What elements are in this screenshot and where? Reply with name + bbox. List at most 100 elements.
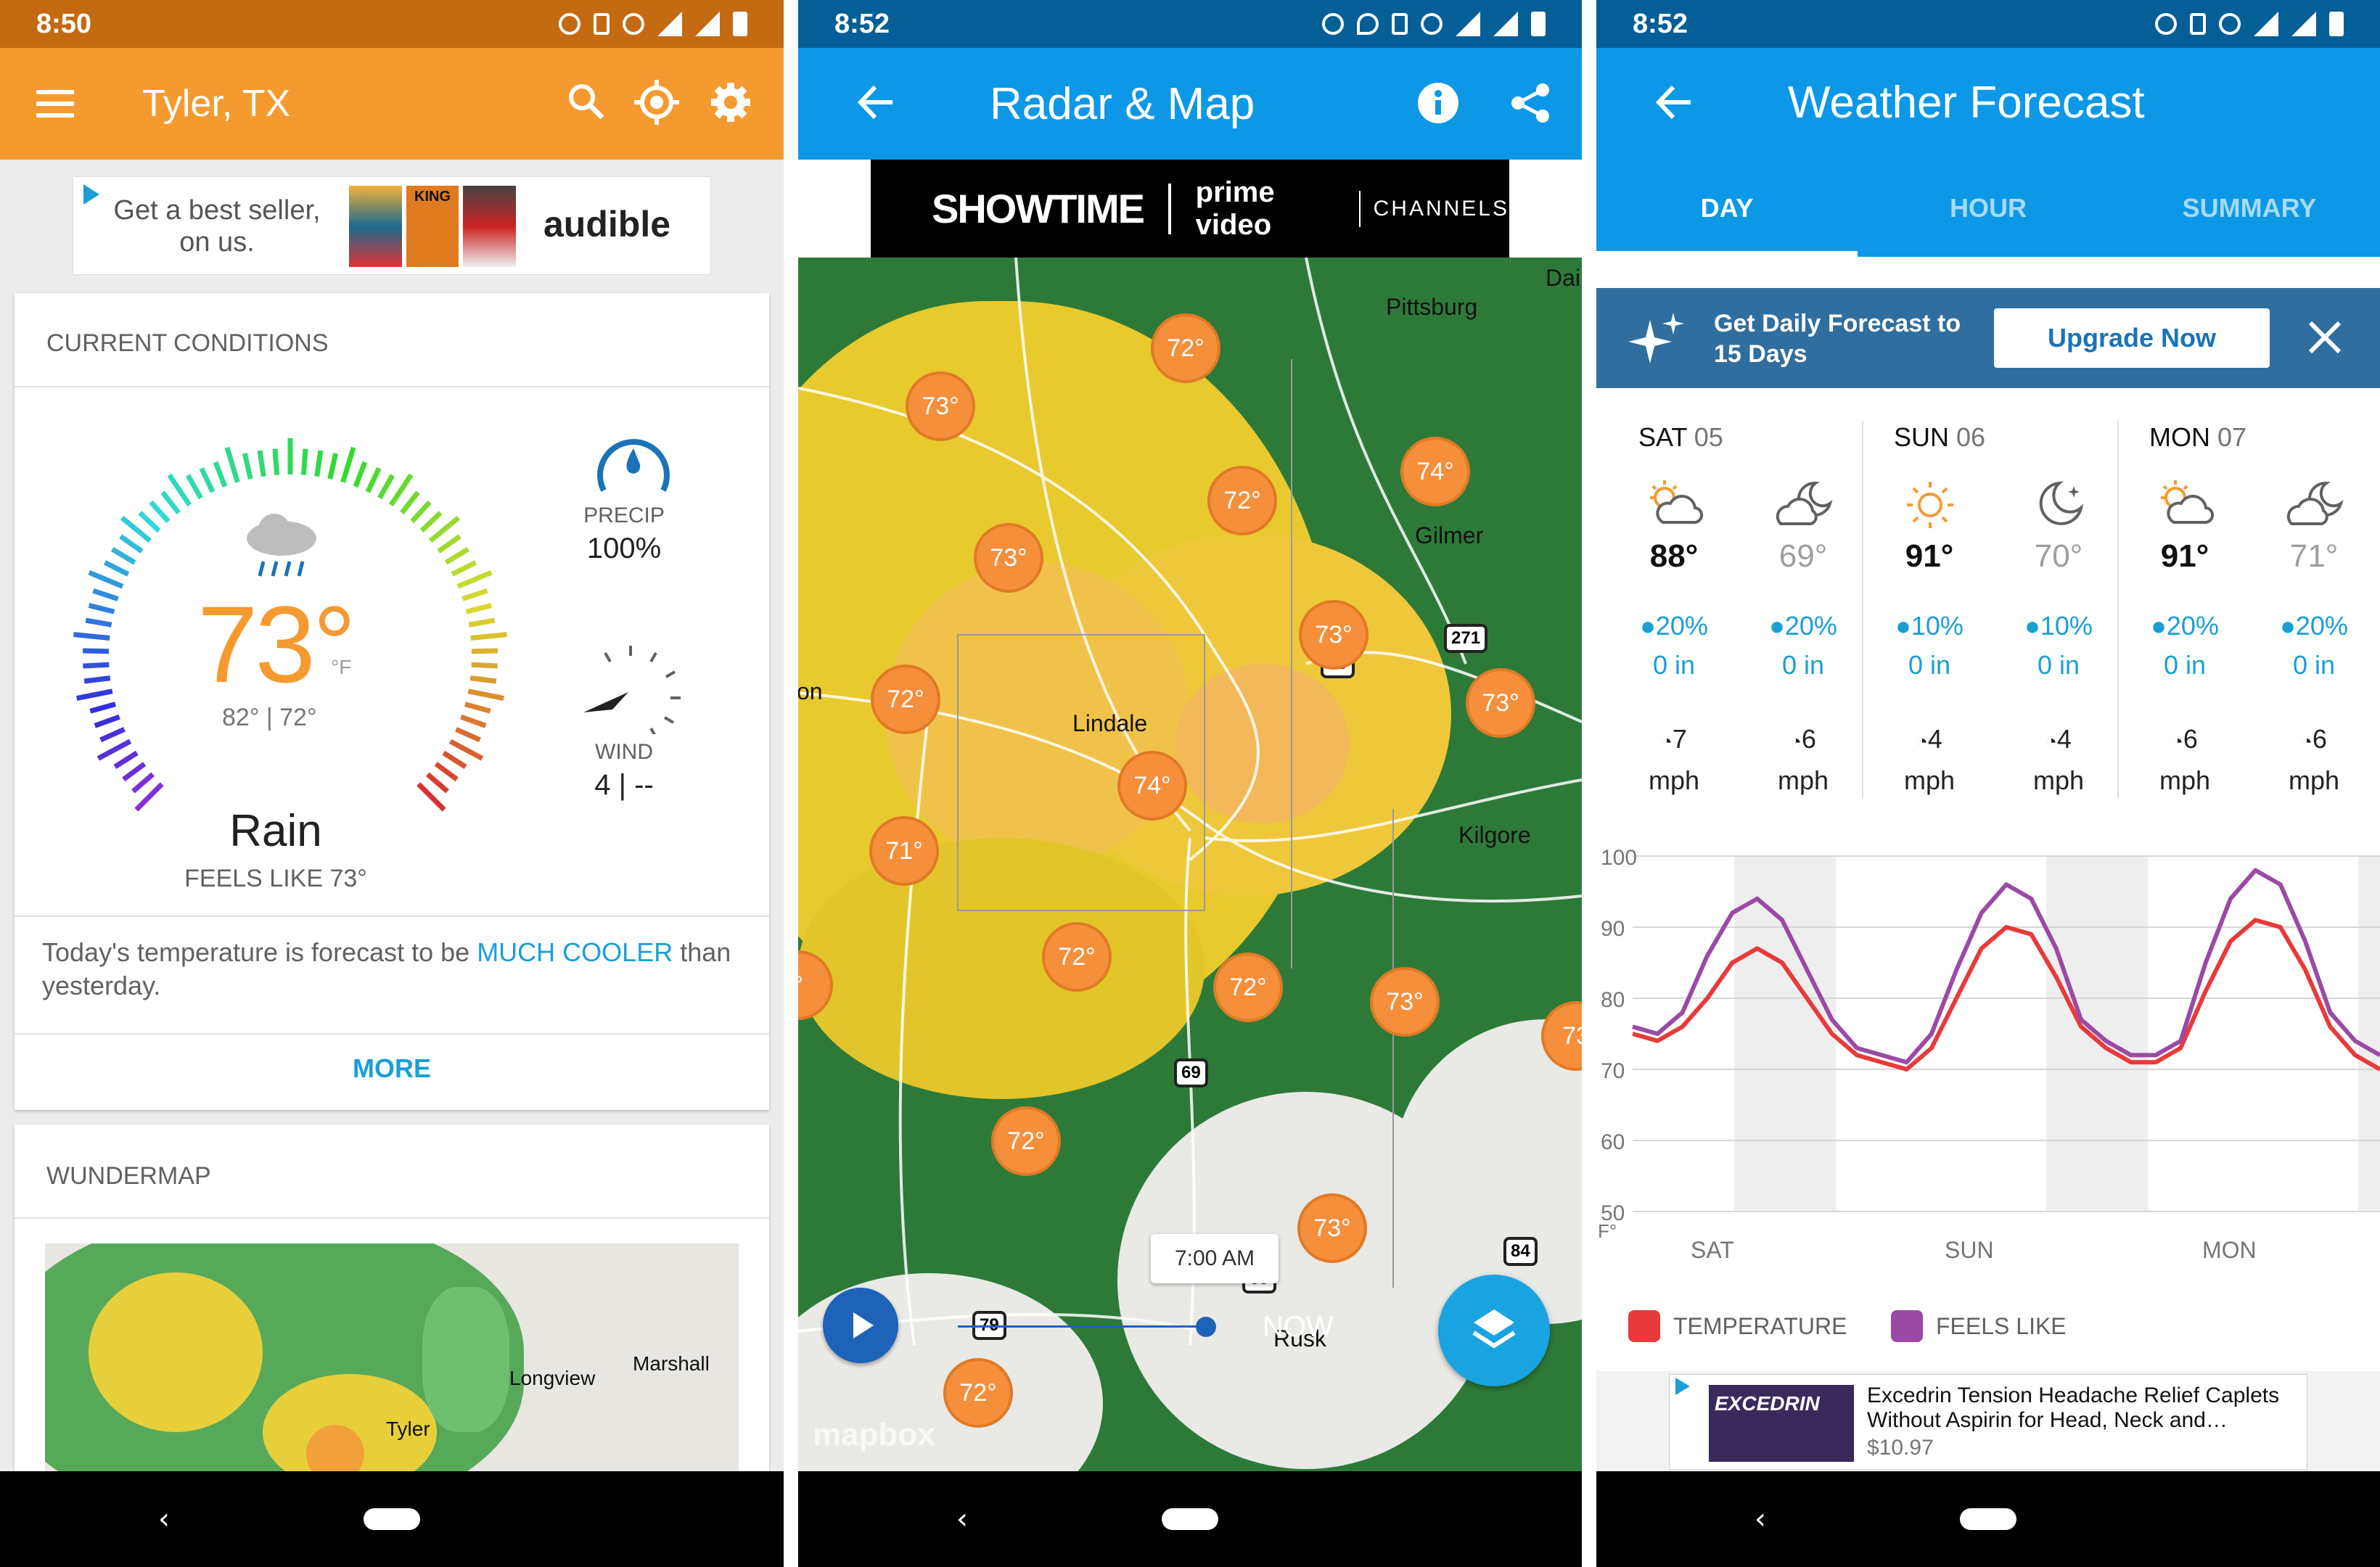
clear-night-icon <box>2039 481 2084 525</box>
hi-lo-temperature: 82° | 72° <box>222 704 317 731</box>
divider <box>15 1033 769 1035</box>
day-column-mon[interactable]: MON 07 91° ●20% 0 in ◔6 mph 71° ●20% 0 in ◔6 mph <box>2120 406 2379 805</box>
day-column-sat[interactable]: SAT 05 88° ●20% 0 in ◔7 mph 69° ●20% 0 in ◔6 mph <box>1609 406 1868 805</box>
ad-product-image: EXCEDRIN <box>1709 1385 1854 1462</box>
tab-day[interactable]: DAY <box>1596 193 1858 223</box>
alarm-icon <box>2155 13 2177 35</box>
ad-choices-icon[interactable] <box>83 184 99 205</box>
gauge-tick <box>419 511 443 533</box>
tab-summary[interactable]: SUMMARY <box>2119 193 2380 223</box>
temperature-pin[interactable]: 72° <box>1207 466 1277 535</box>
gauge-tick <box>185 474 203 500</box>
timeline-track[interactable] <box>958 1325 1205 1328</box>
temperature-pin[interactable]: 73° <box>1370 967 1440 1037</box>
nav-back-icon[interactable]: ‹ <box>158 1502 170 1536</box>
temperature-pin[interactable]: 72° <box>871 665 940 734</box>
x-tick-label: SUN <box>1945 1237 1994 1263</box>
day-column-sun[interactable]: SUN 06 91° ●10% 0 in ◔4 mph 70° ●10% 0 in ◔4 mph <box>1865 406 2123 805</box>
play-button[interactable] <box>823 1288 898 1363</box>
temperature-pin[interactable]: 72° <box>1042 922 1112 992</box>
night-precip-amount: 0 in <box>2292 650 2336 680</box>
gauge-tick <box>442 750 467 769</box>
banner-ad[interactable]: SHOWTIME prime video CHANNELS <box>871 160 1509 258</box>
y-unit-label: F° <box>1598 1220 1617 1242</box>
precip-value: 20% <box>2295 611 2348 641</box>
day-name: SAT <box>1638 422 1687 452</box>
gauge-tick <box>199 466 216 493</box>
radar-map[interactable]: Pittsburg Gilmer Lindale Kilgore Rusk Da… <box>798 258 1582 1471</box>
divider <box>15 1217 769 1219</box>
more-button[interactable]: MORE <box>15 1053 769 1084</box>
card-header: WUNDERMAP <box>46 1162 211 1190</box>
current-conditions-card: CURRENT CONDITIONS 73° °F 82° | 72° Rain… <box>15 293 769 1110</box>
upgrade-now-button[interactable]: Upgrade Now <box>1994 308 2270 368</box>
x-tick-label: MON <box>2202 1237 2257 1263</box>
menu-icon[interactable] <box>36 90 74 118</box>
wind-speed: 6 <box>1801 724 1816 754</box>
legend-feels-like-label: FEELS LIKE <box>1936 1313 2067 1339</box>
day-header: SAT 05 <box>1638 422 1723 453</box>
wind-unit: mph <box>1903 765 1956 795</box>
back-arrow-icon[interactable] <box>856 83 895 122</box>
close-icon[interactable] <box>2307 320 2342 355</box>
info-icon[interactable] <box>1416 81 1460 125</box>
wifi-icon <box>1456 12 1480 36</box>
day-temperature: 88° <box>1649 538 1699 574</box>
temperature-pin[interactable]: 72° <box>991 1106 1061 1176</box>
night-precip-amount: 0 in <box>2037 650 2080 680</box>
gauge-tick <box>437 534 461 554</box>
my-location-icon[interactable] <box>634 80 679 125</box>
temperature-pin[interactable]: 74° <box>1400 437 1470 506</box>
tab-hour[interactable]: HOUR <box>1858 193 2119 223</box>
map-city-label: Lindale <box>1072 710 1148 736</box>
condition-text: Rain <box>229 806 322 856</box>
gauge-tick <box>465 603 493 614</box>
day-precip-chance: ●10% <box>1865 611 1994 641</box>
temperature-pin[interactable]: 73° <box>974 523 1043 593</box>
map-city-label: Longview <box>509 1367 596 1389</box>
temperature-pin[interactable]: 73° <box>906 371 975 441</box>
nav-back-icon[interactable]: ‹ <box>1755 1502 1766 1536</box>
temperature-pin[interactable]: 72° <box>1151 313 1220 383</box>
back-arrow-icon[interactable] <box>1654 83 1694 122</box>
current-temperature: 73° <box>197 583 356 705</box>
dnd-icon <box>1421 13 1443 35</box>
temperature-pin[interactable]: 73° <box>1466 668 1535 738</box>
wind-compass-icon <box>583 646 681 734</box>
nav-home-button[interactable] <box>1960 1508 2016 1530</box>
wundermap-preview[interactable]: Longview Marshall Tyler <box>45 1243 739 1487</box>
location-title[interactable]: Tyler, TX <box>142 82 290 126</box>
mapbox-watermark: mapbox <box>813 1417 935 1452</box>
nav-home-button[interactable] <box>1162 1508 1218 1530</box>
battery-icon <box>1531 12 1546 36</box>
temperature-pin[interactable]: 73° <box>1297 1193 1367 1263</box>
banner-ad[interactable]: Get a best seller, on us. KING audible <box>73 176 711 275</box>
temperature-pin[interactable]: 72° <box>943 1358 1013 1428</box>
ad-brand-prime: prime video <box>1195 176 1275 241</box>
timeline-handle[interactable] <box>1196 1317 1216 1337</box>
banner-ad[interactable]: EXCEDRIN Excedrin Tension Headache Relie… <box>1669 1374 2307 1470</box>
vibrate-icon <box>2190 13 2206 35</box>
night-precip-chance: ●10% <box>1994 611 2123 641</box>
status-bar: 8:52 <box>798 0 1582 48</box>
search-icon[interactable] <box>566 81 607 122</box>
night-band <box>1734 856 1836 1212</box>
temperature-pin[interactable]: 74° <box>1117 751 1187 820</box>
temperature-pin[interactable]: 73° <box>1299 600 1368 670</box>
temperature-pin[interactable]: 72° <box>1213 953 1283 1022</box>
gauge-tick <box>410 500 432 524</box>
legend-temperature-swatch <box>1628 1310 1660 1342</box>
page-title: Weather Forecast <box>1788 78 2145 128</box>
share-icon[interactable] <box>1509 81 1553 125</box>
nav-home-button[interactable] <box>364 1508 420 1530</box>
day-precip-chance: ●20% <box>1609 611 1739 641</box>
map-city-label: Gilmer <box>1415 522 1484 548</box>
day-number: 06 <box>1956 422 1986 452</box>
temperature-chart: 1009080706050F°SAT SUN MON <box>1598 846 2380 1263</box>
battery-icon <box>2329 12 2344 36</box>
temperature-pin[interactable]: 71° <box>869 816 939 886</box>
ad-choices-icon[interactable] <box>1675 1378 1690 1395</box>
map-layers-button[interactable] <box>1438 1275 1550 1386</box>
settings-gear-icon[interactable] <box>708 80 753 125</box>
nav-back-icon[interactable]: ‹ <box>956 1502 968 1536</box>
